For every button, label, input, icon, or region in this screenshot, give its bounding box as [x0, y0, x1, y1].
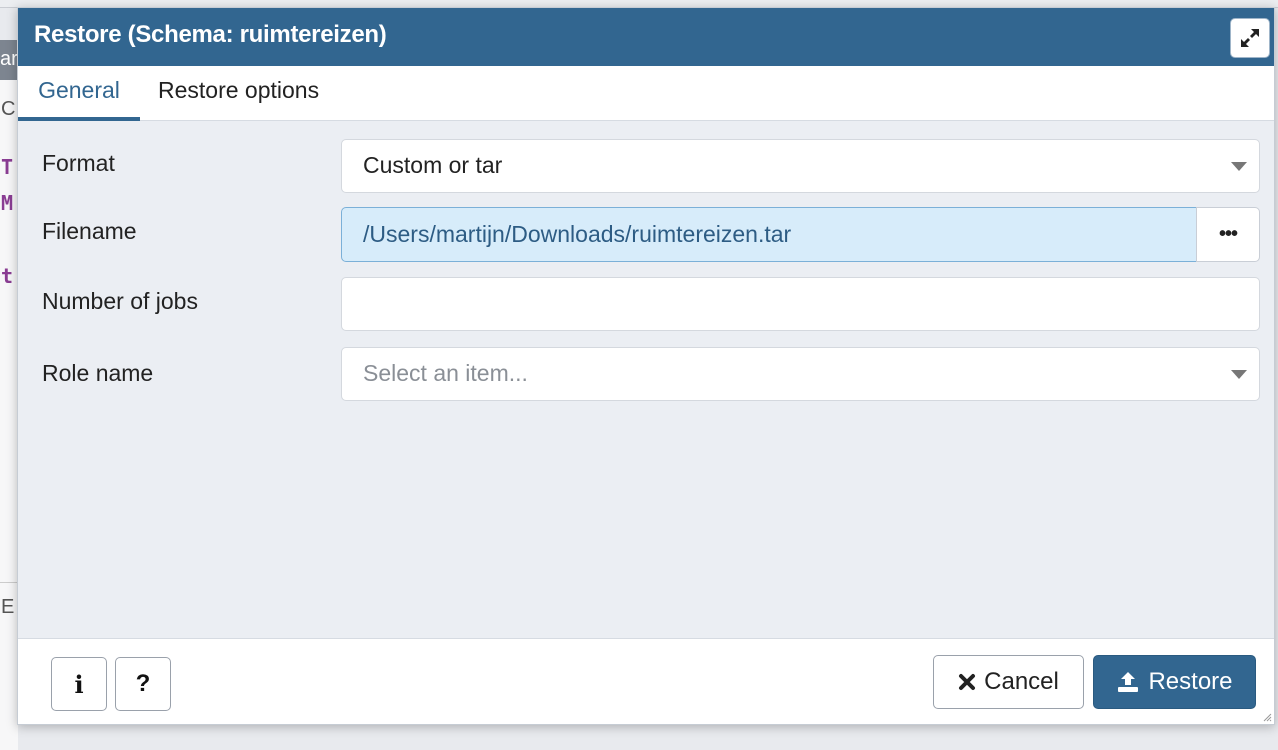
- chevron-down-icon: [1231, 370, 1247, 379]
- chevron-down-icon: [1231, 162, 1247, 171]
- filename-label: Filename: [42, 218, 137, 244]
- background-code-char: T: [1, 155, 14, 179]
- role-label: Role name: [42, 360, 154, 386]
- tab-restore-options[interactable]: Restore options: [158, 66, 319, 121]
- background-text: E: [1, 596, 15, 618]
- info-button[interactable]: i: [51, 657, 107, 711]
- restore-dialog: Restore (Schema: ruimtereizen) General R…: [17, 7, 1275, 725]
- role-placeholder: Select an item...: [363, 360, 528, 386]
- dialog-titlebar[interactable]: Restore (Schema: ruimtereizen): [18, 8, 1274, 66]
- cancel-button[interactable]: Cancel: [933, 655, 1084, 709]
- maximize-button[interactable]: [1230, 18, 1270, 58]
- upload-icon: [1116, 670, 1140, 694]
- filename-input[interactable]: /Users/martijn/Downloads/ruimtereizen.ta…: [341, 207, 1197, 262]
- resize-handle-icon[interactable]: [1262, 712, 1272, 722]
- background-panel-header: ar: [0, 40, 18, 80]
- restore-label: Restore: [1148, 668, 1233, 695]
- help-icon: ?: [135, 670, 151, 697]
- help-button[interactable]: ?: [115, 657, 171, 711]
- format-label: Format: [42, 150, 115, 176]
- role-select[interactable]: Select an item...: [341, 347, 1260, 401]
- ellipsis-icon: •••: [1218, 223, 1238, 245]
- background-editor: [0, 80, 18, 750]
- jobs-input[interactable]: [341, 277, 1260, 331]
- background-code-char: M: [1, 191, 14, 215]
- dialog-title: Restore (Schema: ruimtereizen): [34, 21, 387, 48]
- background-text: C: [1, 98, 16, 120]
- filename-value: /Users/martijn/Downloads/ruimtereizen.ta…: [363, 221, 792, 247]
- background-code-char: t: [1, 264, 14, 288]
- expand-icon: [1241, 29, 1259, 47]
- tab-bar: General Restore options: [18, 66, 1274, 121]
- info-icon: i: [74, 669, 84, 699]
- tab-general[interactable]: General: [18, 66, 140, 121]
- browse-file-button[interactable]: •••: [1196, 207, 1260, 262]
- jobs-label: Number of jobs: [42, 288, 198, 314]
- background-divider: [0, 582, 18, 583]
- dialog-footer: i ? Cancel Restore: [18, 638, 1274, 724]
- format-value: Custom or tar: [363, 152, 503, 178]
- close-icon: [958, 673, 976, 691]
- background-text: ar: [0, 48, 18, 70]
- format-select[interactable]: Custom or tar: [341, 139, 1260, 193]
- restore-button[interactable]: Restore: [1093, 655, 1256, 709]
- cancel-label: Cancel: [984, 668, 1059, 695]
